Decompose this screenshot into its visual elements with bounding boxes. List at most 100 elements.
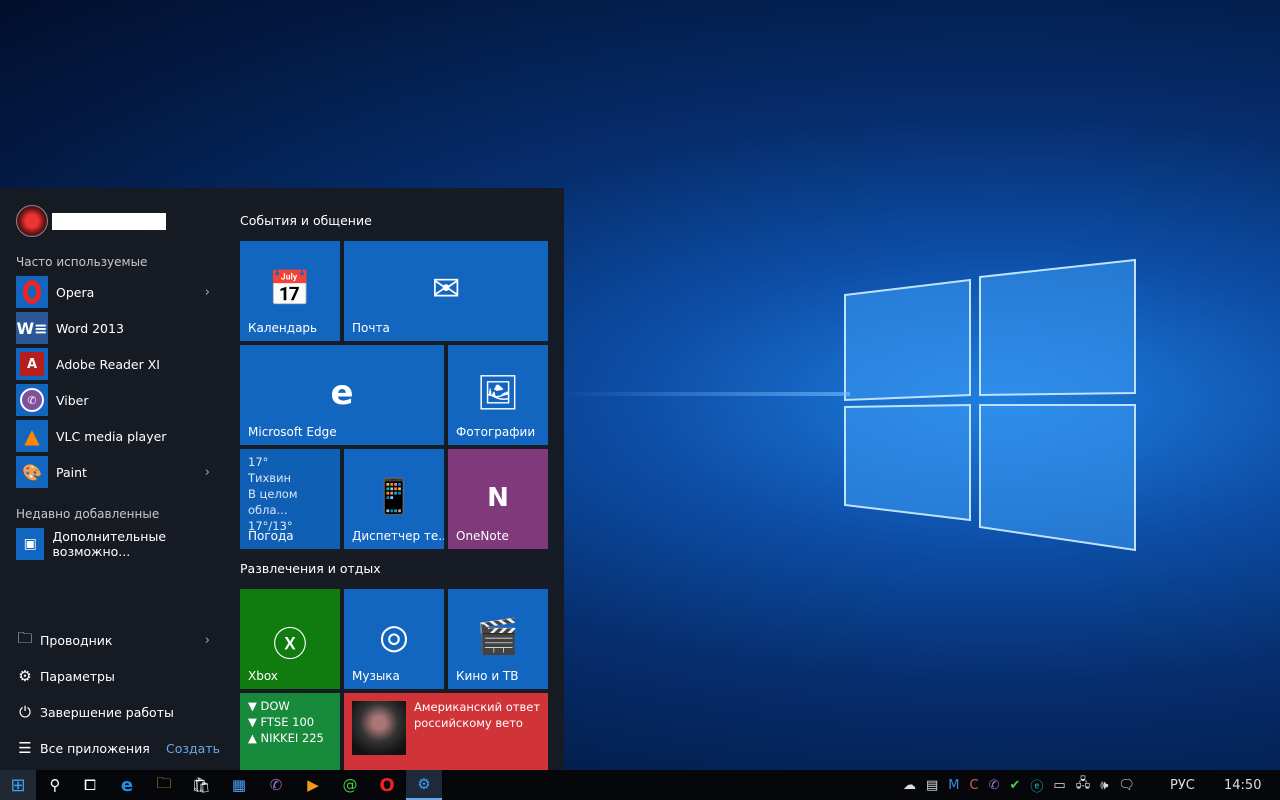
chevron-right-icon[interactable]: › xyxy=(205,633,210,648)
mail-agent-taskbar-button[interactable]: @ xyxy=(332,770,368,800)
gear-icon: ⚙ xyxy=(18,667,32,685)
app-icon: ▣ xyxy=(16,528,45,560)
adobe-reader-icon: A xyxy=(16,348,48,380)
tile-mail[interactable]: ✉ Почта xyxy=(344,241,548,341)
devices-icon: 📱 xyxy=(372,477,416,517)
task-view-icon: ⧠ xyxy=(83,776,96,794)
tile-label: Фотографии xyxy=(456,425,536,439)
calendar-icon: 📅 xyxy=(268,269,312,309)
power-icon: ⏻ xyxy=(19,703,31,721)
app-adobe-reader[interactable]: A Adobe Reader XI xyxy=(16,348,216,380)
viber-tray-icon[interactable]: ✆ xyxy=(989,778,1000,793)
app-label: Opera xyxy=(56,284,95,300)
explorer-taskbar-button[interactable]: 🗀 xyxy=(146,770,182,800)
language-indicator[interactable]: РУС xyxy=(1170,770,1195,800)
index-ftse: ▼ FTSE 100 xyxy=(248,715,315,729)
tile-calendar[interactable]: 📅 Календарь xyxy=(240,241,340,341)
weather-city: Тихвин xyxy=(248,471,292,485)
create-button[interactable]: Создать xyxy=(166,741,220,756)
app-label: Viber xyxy=(56,392,89,408)
tile-money[interactable]: ▼ DOW ▼ FTSE 100 ▲ NIKKEI 225 xyxy=(240,693,340,770)
light-beam xyxy=(560,392,850,396)
search-icon: ⚲ xyxy=(49,776,61,794)
chevron-right-icon[interactable]: › xyxy=(205,285,210,300)
chevron-right-icon[interactable]: › xyxy=(205,465,210,480)
tile-news[interactable]: Американский ответ российскому вето xyxy=(344,693,548,770)
calculator-taskbar-button[interactable]: ▦ xyxy=(221,770,257,800)
vlc-icon: ▲ xyxy=(16,420,48,452)
app-label: Word 2013 xyxy=(56,320,124,336)
xbox-icon: ⓧ xyxy=(273,625,307,665)
tile-phone-companion[interactable]: 📱 Диспетчер те... xyxy=(344,449,444,549)
mail-icon: ✉ xyxy=(431,269,461,309)
most-used-heading: Часто используемые xyxy=(16,255,148,269)
tile-label: Диспетчер те... xyxy=(352,529,444,543)
tile-label: Погода xyxy=(248,529,294,543)
app-paint[interactable]: 🎨 Paint › xyxy=(16,456,216,488)
volume-icon[interactable]: 🕪 xyxy=(1100,778,1108,793)
network-icon[interactable]: 🖧 xyxy=(1076,774,1091,796)
settings-label: Параметры xyxy=(40,668,115,684)
tile-photos[interactable]: 🖼 Фотографии xyxy=(448,345,548,445)
clock[interactable]: 14:50 xyxy=(1224,770,1261,800)
news-photo xyxy=(352,701,406,755)
network-drive-icon[interactable]: ▤ xyxy=(926,778,938,793)
user-account[interactable] xyxy=(16,205,166,237)
music-icon: ◎ xyxy=(379,617,409,657)
app-viber[interactable]: ✆ Viber xyxy=(16,384,216,416)
tile-label: Кино и ТВ xyxy=(456,669,519,683)
app-recent[interactable]: ▣ Дополнительные возможно... xyxy=(16,528,226,560)
store-taskbar-button[interactable]: 🛍 xyxy=(183,770,219,800)
system-tray: ☁ ▤ M C ✆ ✔ ⓔ ▭ 🖧 🕪 🗨 xyxy=(903,770,1135,800)
settings-taskbar-button[interactable]: ⚙ xyxy=(406,770,442,800)
tile-group-heading: Развлечения и отдых xyxy=(240,561,381,576)
app-label: Adobe Reader XI xyxy=(56,356,160,372)
start-button[interactable]: ⊞ xyxy=(0,770,36,800)
explorer-label: Проводник xyxy=(40,632,113,648)
opera-icon xyxy=(16,276,48,308)
explorer-button[interactable]: 🗀 Проводник › xyxy=(16,628,216,652)
tile-group-heading: События и общение xyxy=(240,213,372,228)
app-opera[interactable]: Opera › xyxy=(16,276,216,308)
weather-temp: 17° xyxy=(248,455,269,469)
all-apps-label: Все приложения xyxy=(40,740,150,756)
tile-xbox[interactable]: ⓧ Xbox xyxy=(240,589,340,689)
usb-safe-remove-icon[interactable]: ✔ xyxy=(1010,778,1021,793)
edge-taskbar-button[interactable]: e xyxy=(109,770,145,800)
index-nikkei: ▲ NIKKEI 225 xyxy=(248,731,324,745)
power-label: Завершение работы xyxy=(40,704,174,720)
ccleaner-icon[interactable]: C xyxy=(970,778,979,793)
tile-music[interactable]: ◎ Музыка xyxy=(344,589,444,689)
app-label: Дополнительные возможно... xyxy=(52,529,167,559)
clapperboard-icon: 🎬 xyxy=(476,617,520,657)
paint-icon: 🎨 xyxy=(16,456,48,488)
tile-label: Календарь xyxy=(248,321,318,335)
index-dow: ▼ DOW xyxy=(248,699,290,713)
search-button[interactable]: ⚲ xyxy=(37,770,73,800)
app-label: VLC media player xyxy=(56,428,167,444)
malwarebytes-icon[interactable]: M xyxy=(948,778,959,793)
avatar xyxy=(16,205,48,237)
battery-icon[interactable]: ▭ xyxy=(1053,778,1065,793)
media-player-taskbar-button[interactable]: ▶ xyxy=(295,770,331,800)
tile-weather[interactable]: 17° Тихвин В целом обла... 17°/13° Погод… xyxy=(240,449,340,549)
viber-taskbar-button[interactable]: ✆ xyxy=(258,770,294,800)
weather-condition: В целом обла... xyxy=(248,487,298,517)
tile-edge[interactable]: e Microsoft Edge xyxy=(240,345,444,445)
settings-button[interactable]: ⚙ Параметры xyxy=(16,664,216,688)
action-center-icon[interactable]: 🗨 xyxy=(1118,778,1135,793)
all-apps-button[interactable]: ☰ Все приложения xyxy=(16,736,156,760)
opera-taskbar-button[interactable]: O xyxy=(369,770,405,800)
app-word[interactable]: W≡ Word 2013 xyxy=(16,312,216,344)
taskbar: ⊞ ⚲ ⧠ e 🗀 🛍 ▦ ✆ ▶ @ O ⚙ ☁ ▤ M C ✆ ✔ ⓔ ▭ … xyxy=(0,770,1280,800)
app-vlc[interactable]: ▲ VLC media player xyxy=(16,420,216,452)
user-name-redacted xyxy=(52,212,166,230)
eset-icon[interactable]: ⓔ xyxy=(1030,776,1043,795)
task-view-button[interactable]: ⧠ xyxy=(72,770,108,800)
tile-onenote[interactable]: N OneNote xyxy=(448,449,548,549)
power-button[interactable]: ⏻ Завершение работы xyxy=(16,700,216,724)
app-label: Paint xyxy=(56,464,87,480)
photos-icon: 🖼 xyxy=(476,373,520,413)
tile-movies[interactable]: 🎬 Кино и ТВ xyxy=(448,589,548,689)
onedrive-icon[interactable]: ☁ xyxy=(903,778,916,793)
